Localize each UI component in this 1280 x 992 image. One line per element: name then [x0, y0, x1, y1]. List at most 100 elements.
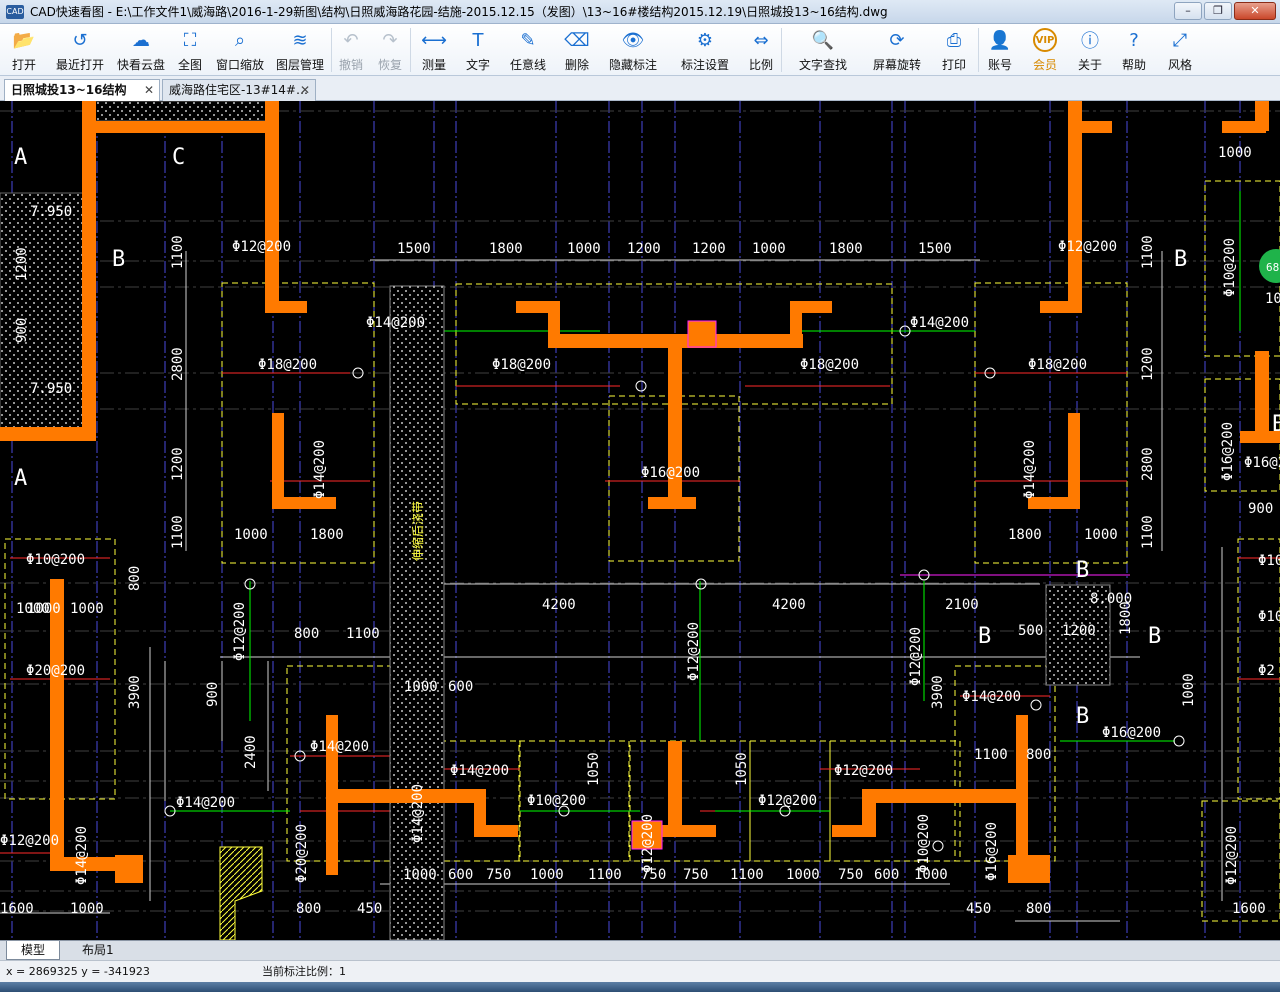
toolbar-button-printer[interactable]: ⎙ 打印 [930, 24, 978, 76]
dimension-text: 450 [357, 901, 382, 917]
eraser-icon: ⌫ [564, 29, 590, 51]
wall-segment [82, 101, 96, 441]
rebar-label: Φ14@200 [310, 739, 369, 755]
toolbar-button-vip[interactable]: VIP 会员 [1021, 24, 1069, 76]
toolbar-button-zoom-window[interactable]: ⌕ 窗口缩放 [211, 24, 269, 76]
rebar-label: Φ14@200 [410, 784, 426, 843]
rebar-label: Φ20@200 [26, 663, 85, 679]
dimension-text: 1800 [829, 241, 863, 257]
toolbar-button-measure[interactable]: ⟷ 测量 [411, 24, 457, 76]
toolbar-button-folder-open[interactable]: 📂 打开 [1, 24, 47, 76]
rotate-icon: ⟳ [889, 29, 905, 51]
minimize-button[interactable]: – [1174, 2, 1202, 20]
dimension-text: 7.950 [30, 381, 72, 397]
close-button[interactable]: ✕ [1234, 2, 1276, 20]
dimension-text: 1200 [692, 241, 726, 257]
toolbar-button-eraser[interactable]: ⌫ 删除 [557, 24, 597, 76]
wall-segment [1068, 121, 1112, 133]
toolbar-label: 任意线 [509, 58, 546, 72]
axis-label: B [978, 624, 991, 649]
dimension-text: 3900 [127, 675, 143, 709]
dimension-text: 1600 [1232, 901, 1266, 917]
rebar-label: Φ12@200 [640, 814, 656, 873]
toolbar-button-eye[interactable]: 👁 隐藏标注 [597, 24, 669, 76]
dimension-text: 800 [1026, 901, 1051, 917]
toolbar-label: 全图 [177, 58, 202, 72]
history-icon: ↺ [72, 29, 88, 51]
dimension-text: 1100 [974, 747, 1008, 763]
axis-label: C [172, 145, 185, 170]
toolbar-button-settings[interactable]: ⚙ 标注设置 [669, 24, 741, 76]
rebar-label: Φ18@200 [492, 357, 551, 373]
style-icon: ⤢ [1172, 29, 1188, 51]
rebar-label: Φ16@200 [1244, 455, 1280, 471]
close-icon[interactable]: ✕ [300, 80, 310, 100]
restore-button[interactable]: ❐ [1204, 2, 1232, 20]
dimension-text: 1200 [627, 241, 661, 257]
toolbar-button-history[interactable]: ↺ 最近打开 [47, 24, 113, 76]
dimension-text: 1100 [346, 626, 380, 642]
cad-drawing[interactable]: 1500 1800 1000 1200 1200 1000 1800 1500 1100 2800… [0, 101, 1280, 940]
measure-icon: ⟷ [421, 29, 447, 51]
toolbar-button-scale[interactable]: ⇔ 比例 [741, 24, 781, 76]
wall-segment [265, 101, 279, 301]
wall-segment [96, 121, 266, 133]
dimension-text: 800 [294, 626, 319, 642]
wall-segment [265, 301, 307, 313]
toolbar-button-layers[interactable]: ≋ 图层管理 [269, 24, 331, 76]
printer-icon: ⎙ [946, 29, 962, 51]
toolbar-button-pen[interactable]: ✎ 任意线 [499, 24, 557, 76]
layers-icon: ≋ [292, 29, 308, 51]
zoom-window-icon: ⌕ [234, 29, 246, 51]
toolbar-button-style[interactable]: ⤢ 风格 [1157, 24, 1203, 76]
layout-tab-layout1[interactable]: 布局1 [68, 941, 128, 960]
dimension-text: 1200 [1062, 623, 1096, 639]
settings-icon: ⚙ [696, 29, 714, 51]
dimension-text: 800 [127, 566, 143, 591]
close-icon[interactable]: ✕ [144, 80, 154, 100]
dimension-text: 600 [874, 867, 899, 883]
toolbar-label: 图层管理 [275, 58, 324, 72]
rebar-label: Φ12@200 [1224, 826, 1240, 885]
toolbar-label: 帮助 [1121, 58, 1146, 72]
toolbar-button-fit-screen[interactable]: ⛶ 全图 [169, 24, 211, 76]
dimension-text: 1000 [16, 601, 50, 617]
dimension-text: 1800 [310, 527, 344, 543]
tab-document-1[interactable]: 日照城投13~16结构 ✕ [4, 79, 160, 101]
toolbar-button-help[interactable]: ? 帮助 [1111, 24, 1157, 76]
dimension-text: 1200 [1140, 347, 1156, 381]
rebar-label: Φ2 [1258, 663, 1275, 679]
layout-tab-model[interactable]: 模型 [6, 941, 61, 960]
os-taskbar [0, 982, 1280, 992]
rebar-label: Φ10@200 [1222, 238, 1238, 297]
dimension-text: 2800 [170, 347, 186, 381]
axis-label: B [1174, 247, 1187, 272]
dimension-text: 600 [448, 867, 473, 883]
toolbar-button-cloud[interactable]: ☁ 快看云盘 [113, 24, 169, 76]
toolbar-button-text-search[interactable]: 🔍 文字查找 [782, 24, 864, 76]
dimension-text: 900 [14, 318, 30, 343]
expansion-band-label: 伸缩后浇带 [410, 501, 425, 561]
dimension-text: 2100 [945, 597, 979, 613]
wall-segment [474, 825, 518, 837]
toolbar-label: 比例 [748, 58, 773, 72]
toolbar-label: 恢复 [377, 58, 402, 72]
dimension-text: 800 [296, 901, 321, 917]
axis-label: B [1076, 558, 1089, 583]
toolbar-button-info[interactable]: ⓘ 关于 [1069, 24, 1111, 76]
rebar-label: Φ18@200 [800, 357, 859, 373]
toolbar-button-rotate[interactable]: ⟳ 屏幕旋转 [864, 24, 930, 76]
toolbar-label: 隐藏标注 [608, 58, 657, 72]
drawing-canvas[interactable]: 1500 1800 1000 1200 1200 1000 1800 1500 1100 2800… [0, 101, 1280, 940]
axis-node-circle [1030, 699, 1042, 711]
rebar-label: Φ12@200 [758, 793, 817, 809]
title-bar: CAD CAD快速看图 - E:\工作文件1\威海路\2016-1-29新图\结… [0, 0, 1280, 24]
toolbar-button-user[interactable]: 👤 账号 [979, 24, 1021, 76]
rebar-label: Φ18@200 [1028, 357, 1087, 373]
tab-document-2[interactable]: 威海路住宅区-13#14#… ✕ [162, 79, 316, 101]
rebar-label: Φ14@200 [910, 315, 969, 331]
toolbar-button-text[interactable]: T 文字 [457, 24, 499, 76]
dimension-text: 1500 [397, 241, 431, 257]
dimension-text: 1100 [1140, 515, 1156, 549]
column-block [687, 320, 717, 348]
